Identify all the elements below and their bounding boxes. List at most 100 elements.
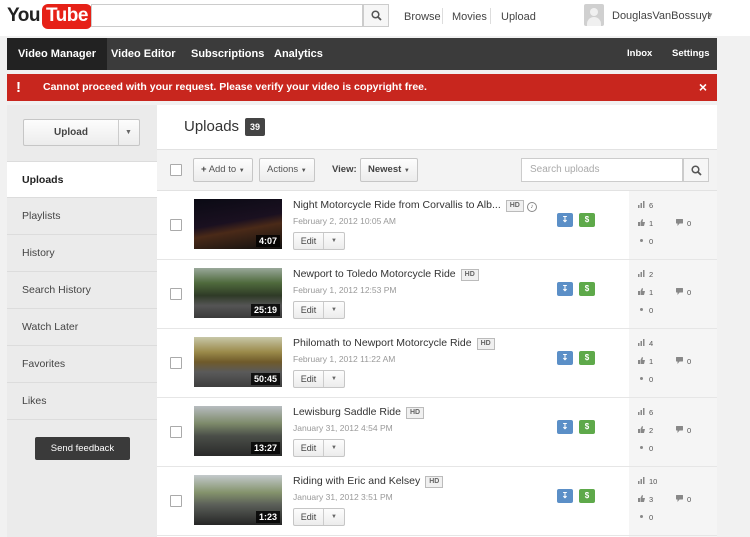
dollar-icon[interactable]: $ [579, 282, 595, 296]
main-nav: Video Manager Video Editor Subscriptions… [7, 38, 717, 70]
dislikes-count: 0 [687, 219, 692, 228]
video-thumbnail[interactable]: 1:23 [194, 475, 282, 525]
view-select[interactable]: Newest ▼ [360, 158, 418, 182]
dislikes-count: 0 [687, 288, 692, 297]
tab-video-editor[interactable]: Video Editor [100, 38, 187, 70]
video-title-text: Newport to Toledo Motorcycle Ride [293, 268, 456, 280]
video-thumbnail[interactable]: 25:19 [194, 268, 282, 318]
edit-button[interactable]: Edit ▼ [293, 508, 345, 526]
chevron-down-icon[interactable]: ▼ [706, 11, 714, 20]
sidebar-item-watch-later[interactable]: Watch Later [7, 309, 157, 346]
likes-stat: 3 [638, 495, 653, 504]
add-to-button[interactable]: + Add to ▼ [193, 158, 253, 182]
upload-icon[interactable]: ↧ [557, 213, 573, 227]
upload-button-label: Upload [54, 127, 88, 138]
dollar-icon[interactable]: $ [579, 420, 595, 434]
close-icon[interactable]: × [699, 74, 707, 101]
likes-stat: 1 [638, 357, 653, 366]
view-label: View: [332, 164, 357, 175]
edit-button[interactable]: Edit ▼ [293, 301, 345, 319]
divider [490, 8, 491, 24]
comments-stat: 0 [638, 375, 653, 384]
tab-inbox[interactable]: Inbox [616, 38, 663, 70]
upload-button[interactable]: Upload ▼ [23, 119, 140, 146]
comments-count: 0 [649, 444, 654, 453]
username-menu[interactable]: DouglasVanBossuyt [612, 10, 710, 22]
comments-stat: 0 [638, 444, 653, 453]
video-title[interactable]: Riding with Eric and Kelsey HD [293, 475, 444, 488]
views-count: 10 [649, 477, 658, 486]
video-title[interactable]: Lewisburg Saddle Ride HD [293, 406, 425, 419]
video-date: January 31, 2012 4:54 PM [293, 423, 393, 433]
sidebar-item-history[interactable]: History [7, 235, 157, 272]
chevron-down-icon[interactable]: ▼ [324, 371, 344, 387]
chevron-down-icon: ▼ [300, 168, 307, 174]
row-checkbox[interactable] [170, 219, 182, 231]
chevron-down-icon[interactable]: ▼ [324, 440, 344, 456]
tab-subscriptions[interactable]: Subscriptions [180, 38, 275, 70]
sidebar-item-search-history[interactable]: Search History [7, 272, 157, 309]
chevron-down-icon[interactable]: ▼ [324, 509, 344, 525]
search-uploads-input[interactable]: Search uploads [521, 158, 683, 182]
video-title[interactable]: Newport to Toledo Motorcycle Ride HD [293, 268, 479, 281]
likes-count: 1 [649, 357, 654, 366]
edit-label: Edit [300, 236, 317, 246]
chevron-down-icon[interactable]: ▼ [324, 302, 344, 318]
sidebar-item-uploads[interactable]: Uploads [7, 161, 157, 198]
upload-link[interactable]: Upload [501, 11, 536, 23]
row-checkbox[interactable] [170, 288, 182, 300]
video-duration: 25:19 [250, 304, 280, 316]
youtube-logo[interactable]: You Tube [7, 3, 92, 29]
video-title-text: Night Motorcycle Ride from Corvallis to … [293, 199, 501, 211]
browse-link[interactable]: Browse [404, 11, 441, 23]
likes-count: 1 [649, 288, 654, 297]
video-title[interactable]: Philomath to Newport Motorcycle Ride HD [293, 337, 495, 350]
chevron-down-icon[interactable]: ▼ [118, 120, 139, 145]
video-thumbnail[interactable]: 13:27 [194, 406, 282, 456]
video-thumbnail[interactable]: 50:45 [194, 337, 282, 387]
select-all-checkbox[interactable] [170, 164, 182, 176]
search-uploads-button[interactable] [683, 158, 709, 182]
row-checkbox[interactable] [170, 495, 182, 507]
video-thumbnail[interactable]: 4:07 [194, 199, 282, 249]
dollar-icon[interactable]: $ [579, 351, 595, 365]
send-feedback-button[interactable]: Send feedback [35, 437, 130, 460]
edit-button[interactable]: Edit ▼ [293, 439, 345, 457]
like-icon [638, 219, 645, 226]
sidebar-item-likes[interactable]: Likes [7, 383, 157, 420]
row-checkbox[interactable] [170, 357, 182, 369]
video-duration: 50:45 [250, 373, 280, 385]
tab-video-manager[interactable]: Video Manager [7, 38, 108, 70]
main-panel: Uploads 39 + Add to ▼ Actions ▼ View: Ne… [157, 105, 717, 537]
comments-count: 0 [649, 375, 654, 384]
tab-analytics[interactable]: Analytics [263, 38, 334, 70]
actions-button[interactable]: Actions ▼ [259, 158, 315, 182]
edit-button[interactable]: Edit ▼ [293, 370, 345, 388]
video-title[interactable]: Night Motorcycle Ride from Corvallis to … [293, 199, 537, 212]
comment-icon [640, 308, 643, 311]
upload-icon[interactable]: ↧ [557, 489, 573, 503]
upload-icon[interactable]: ↧ [557, 420, 573, 434]
hd-badge: HD [405, 407, 425, 419]
chevron-down-icon[interactable]: ▼ [324, 233, 344, 249]
hd-badge: HD [505, 200, 524, 212]
dollar-icon[interactable]: $ [579, 489, 595, 503]
edit-button[interactable]: Edit ▼ [293, 232, 345, 250]
dislike-icon [676, 495, 683, 502]
comment-icon [640, 515, 643, 518]
video-duration: 1:23 [255, 511, 280, 523]
movies-link[interactable]: Movies [452, 11, 487, 23]
search-input[interactable] [91, 4, 363, 27]
hd-badge: HD [460, 269, 479, 281]
search-button[interactable] [363, 4, 389, 27]
upload-icon[interactable]: ↧ [557, 282, 573, 296]
upload-icon[interactable]: ↧ [557, 351, 573, 365]
tab-settings[interactable]: Settings [661, 38, 720, 70]
sidebar-item-favorites[interactable]: Favorites [7, 346, 157, 383]
avatar[interactable] [584, 4, 604, 26]
table-row: 25:19 Newport to Toledo Motorcycle Ride HD… [157, 260, 717, 329]
dislikes-stat: 0 [676, 495, 691, 504]
dollar-icon[interactable]: $ [579, 213, 595, 227]
sidebar-item-playlists[interactable]: Playlists [7, 198, 157, 235]
row-checkbox[interactable] [170, 426, 182, 438]
